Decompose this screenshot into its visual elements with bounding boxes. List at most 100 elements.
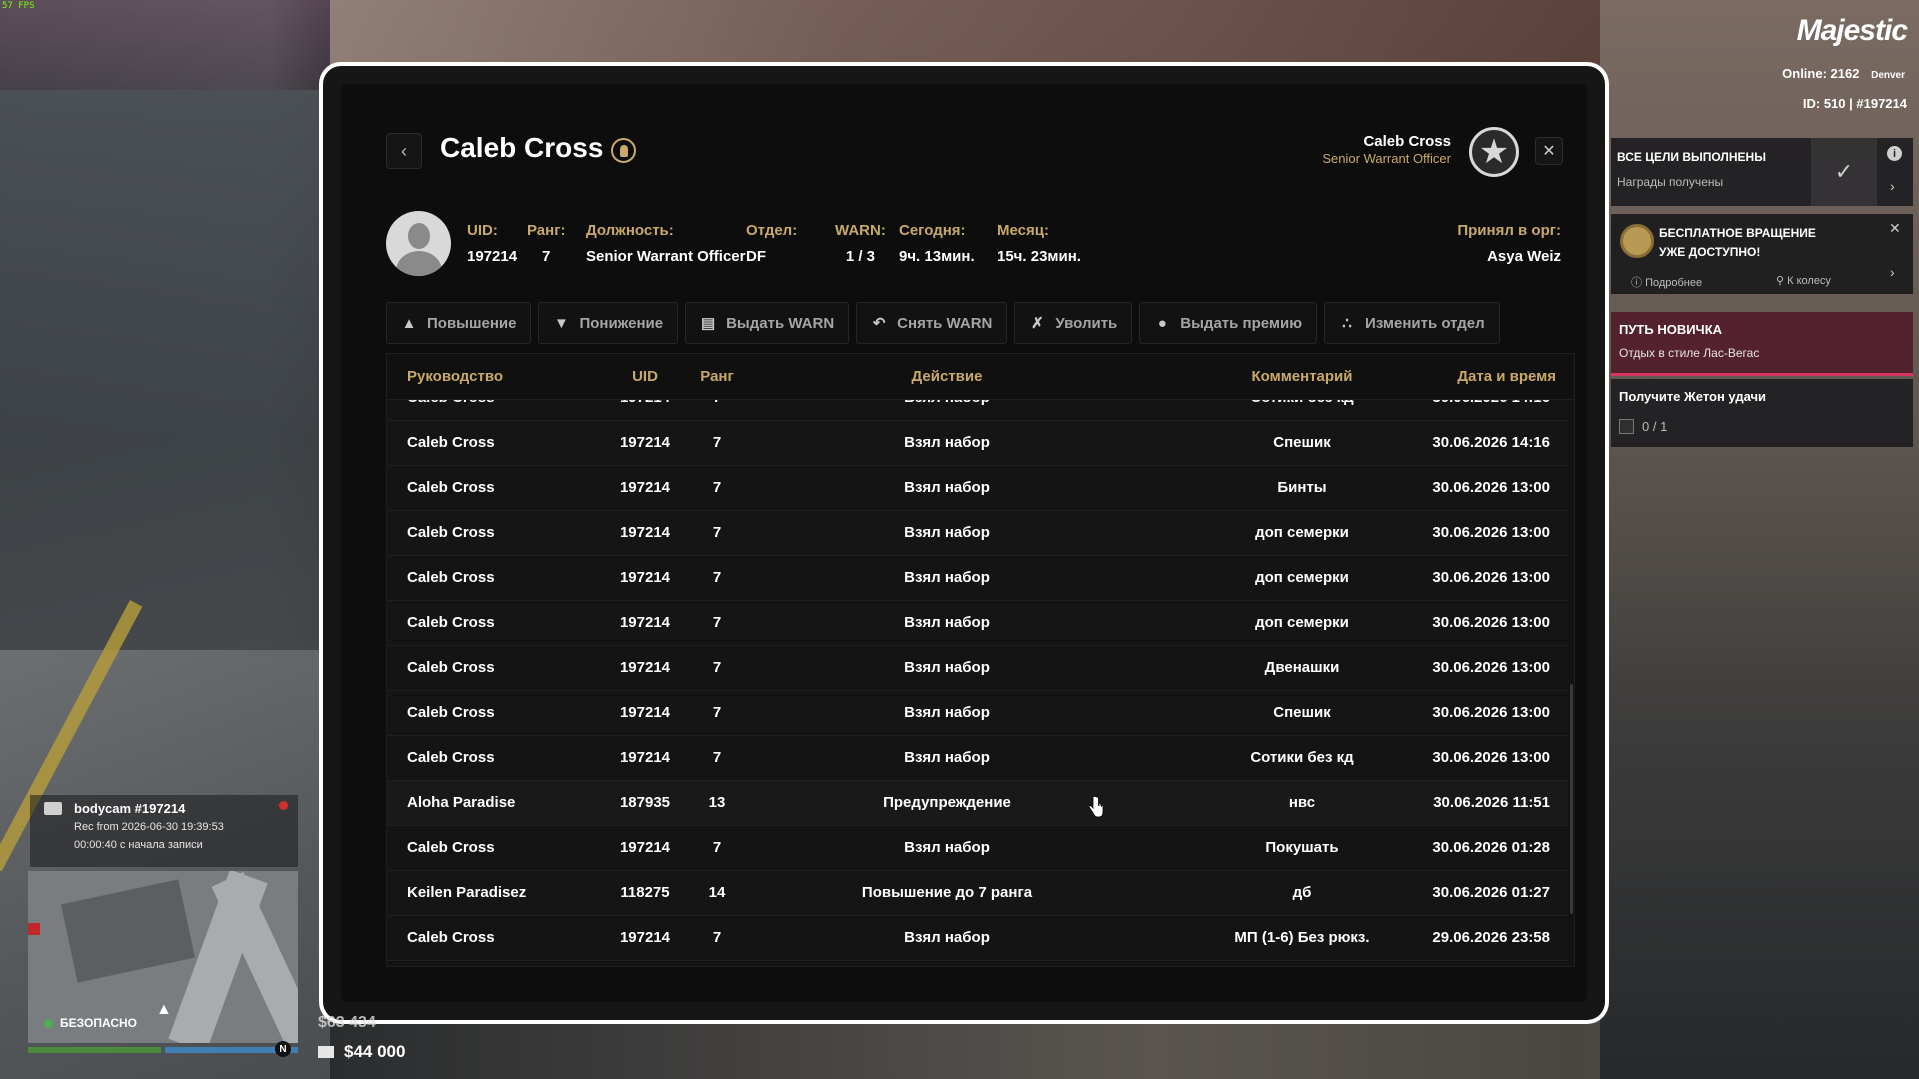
cell-uid: 197214 [619, 704, 671, 721]
spin-details-link[interactable]: ⓘ Подробнее [1631, 274, 1702, 290]
demote-button[interactable]: ▼ Понижение [538, 302, 679, 344]
task-title: Получите Жетон удачи [1619, 389, 1767, 404]
cell-rank: 7 [712, 749, 722, 766]
give-bonus-button[interactable]: ● Выдать премию [1139, 302, 1318, 344]
table-row[interactable]: Keilen Paradisez 118275 14 Повышение до 7 р… [387, 871, 1568, 916]
table-row[interactable]: Caleb Cross 197214 7 Взял набор Покушать 30.0… [387, 826, 1568, 871]
back-button[interactable]: ‹ [386, 133, 422, 169]
chevron-down-icon: ▼ [554, 314, 569, 332]
cell-rank: 7 [712, 929, 722, 946]
remove-warn-button[interactable]: ↶ Снять WARN [856, 302, 1008, 344]
quest-subtitle: Награды получены [1617, 175, 1724, 189]
cell-uid: 197214 [619, 929, 671, 946]
cell-leader: Caleb Cross [407, 749, 495, 766]
player-id: ID: 510 | #197214 [1802, 96, 1907, 111]
cell-comment: доп семерки [1255, 614, 1349, 631]
stat-accepted-value: Asya Weiz [1487, 248, 1561, 265]
table-row[interactable]: Caleb Cross 197214 7 Взял набор Бинты 30.06.2… [387, 466, 1568, 511]
quest-card-completed[interactable]: ВСЕ ЦЕЛИ ВЫПОЛНЕНЫ Награды получены [1611, 138, 1811, 206]
profile-icon[interactable] [611, 138, 636, 163]
compass-north: N [275, 1041, 291, 1057]
cell-comment: нвс [1288, 794, 1316, 811]
card-icon [318, 1046, 334, 1058]
cell-rank: 7 [712, 659, 722, 676]
stat-today: Сегодня: 9ч. 13мин. [899, 222, 975, 265]
chevron-right-icon[interactable]: › [1890, 264, 1895, 280]
fire-label: Уволить [1055, 314, 1118, 332]
header-user-rank: Senior Warrant Officer [1322, 151, 1451, 166]
table-row[interactable]: Caleb Cross 197214 7 Взял набор доп семерки 3… [387, 511, 1568, 556]
free-spin-title-line1: БЕСПЛАТНОЕ ВРАЩЕНИЕ [1659, 226, 1816, 240]
cell-comment: Покушать [1265, 839, 1339, 856]
map-marker-icon [28, 923, 40, 935]
table-row[interactable]: Caleb Cross 197214 7 Взял набор доп семерки 3… [387, 601, 1568, 646]
col-rank: Ранг [700, 368, 734, 385]
newbie-path-title: ПУТЬ НОВИЧКА [1619, 322, 1723, 337]
header-user-name: Caleb Cross [1363, 133, 1451, 150]
cell-uid: 187935 [619, 794, 671, 811]
change-dept-button[interactable]: ∴ Изменить отдел [1324, 302, 1500, 344]
table-row[interactable]: Caleb Cross 197214 7 Взял набор Спешик 30.06.… [387, 421, 1568, 466]
fps-counter: 57 FPS [2, 1, 35, 11]
cell-leader: Caleb Cross [407, 400, 495, 406]
table-body[interactable]: Caleb Cross 197214 7 Взял набор Сотики без к… [387, 400, 1568, 966]
cell-uid: 197214 [619, 479, 671, 496]
cell-comment: Спешик [1273, 434, 1331, 451]
server-logo: Majestic [1796, 14, 1908, 47]
col-uid: UID [632, 368, 658, 385]
online-label: Online: [1782, 66, 1827, 81]
table-row[interactable]: Caleb Cross 197214 7 Взял набор Спешик 30.06.… [387, 691, 1568, 736]
info-icon[interactable]: i [1887, 146, 1902, 161]
newbie-path-card[interactable]: ПУТЬ НОВИЧКА Отдых в стиле Лас-Вегас [1611, 312, 1913, 376]
cell-datetime: 30.06.2026 01:28 [1432, 839, 1550, 856]
table-row[interactable]: Caleb Cross 197214 7 Взял набор доп семерки 3… [387, 556, 1568, 601]
stat-accepted-label: Принял в орг: [1457, 222, 1561, 239]
table-row[interactable]: Caleb Cross 197214 7 Взял набор МП (1-6) Без… [387, 916, 1568, 961]
cell-action: Предупреждение [883, 794, 1011, 811]
close-icon: ✕ [1542, 143, 1556, 160]
table-row[interactable]: Caleb Cross1972147Взял наборСотики без к… [387, 400, 1568, 421]
stat-dept-value: DF [746, 248, 766, 265]
chevron-right-icon[interactable]: › [1890, 178, 1895, 194]
table-row[interactable]: Caleb Cross 197214 7 Взял набор Двенашки 30.0… [387, 646, 1568, 691]
cell-comment: дб [1292, 884, 1312, 901]
chevron-up-icon: ▲ [401, 314, 417, 332]
table-row[interactable]: Aloha Paradise 187935 13 Предупреждение нвс 3… [387, 781, 1568, 826]
demote-label: Понижение [579, 314, 664, 332]
cell-leader: Caleb Cross [407, 659, 495, 676]
member-details-modal: ‹ Caleb Cross Caleb Cross Senior Warrant… [319, 62, 1609, 1024]
close-button[interactable]: ✕ [1535, 137, 1563, 165]
free-spin-title: БЕСПЛАТНОЕ ВРАЩЕНИЕ УЖЕ ДОСТУПНО! [1659, 224, 1816, 262]
hierarchy-icon: ∴ [1342, 315, 1352, 332]
free-spin-side: ✕ › [1877, 214, 1913, 294]
cell-datetime: 30.06.2026 13:00 [1432, 704, 1550, 721]
recording-dot-icon [279, 801, 288, 810]
give-warn-button[interactable]: ▤ Выдать WARN [685, 302, 850, 344]
stat-month-label: Месяц: [997, 222, 1049, 239]
cell-comment: Сотики без кд [1250, 749, 1354, 766]
cell-comment: Бинты [1277, 479, 1327, 496]
promote-button[interactable]: ▲ Повышение [386, 302, 532, 344]
bodycam-panel: bodycam #197214 Rec from 2026-06-30 19:3… [30, 795, 298, 867]
cell-action: Взял набор [904, 659, 990, 676]
cell-action: Взял набор [904, 704, 990, 721]
document-warning-icon: ▤ [701, 315, 716, 332]
close-icon[interactable]: ✕ [1889, 220, 1901, 237]
spin-wheel-link[interactable]: ⚲ К колесу [1776, 274, 1831, 287]
stat-month: Месяц: 15ч. 23мин. [997, 222, 1081, 265]
table-row[interactable]: Caleb Cross1972147Взял наборСотики без к… [387, 736, 1568, 781]
zone-status-text: БЕЗОПАСНО [60, 1016, 137, 1030]
fire-button[interactable]: ✗ Уволить [1014, 302, 1133, 344]
cell-action: Взял набор [904, 569, 990, 586]
free-spin-card: БЕСПЛАТНОЕ ВРАЩЕНИЕ УЖЕ ДОСТУПНО! ⓘ Подр… [1611, 214, 1877, 294]
cell-datetime: 30.06.2026 01:27 [1432, 884, 1550, 901]
remove-warn-label: Снять WARN [897, 314, 993, 332]
stat-rank-value: 7 [542, 248, 551, 265]
stat-today-label: Сегодня: [899, 222, 966, 239]
cell-rank: 7 [712, 569, 722, 586]
modal-content: ‹ Caleb Cross Caleb Cross Senior Warrant… [341, 84, 1587, 1002]
cell-action: Взял набор [904, 839, 990, 856]
cell-leader: Keilen Paradisez [407, 884, 527, 901]
spin-details-label: Подробнее [1645, 277, 1703, 289]
table-scrollbar[interactable] [1570, 684, 1573, 914]
